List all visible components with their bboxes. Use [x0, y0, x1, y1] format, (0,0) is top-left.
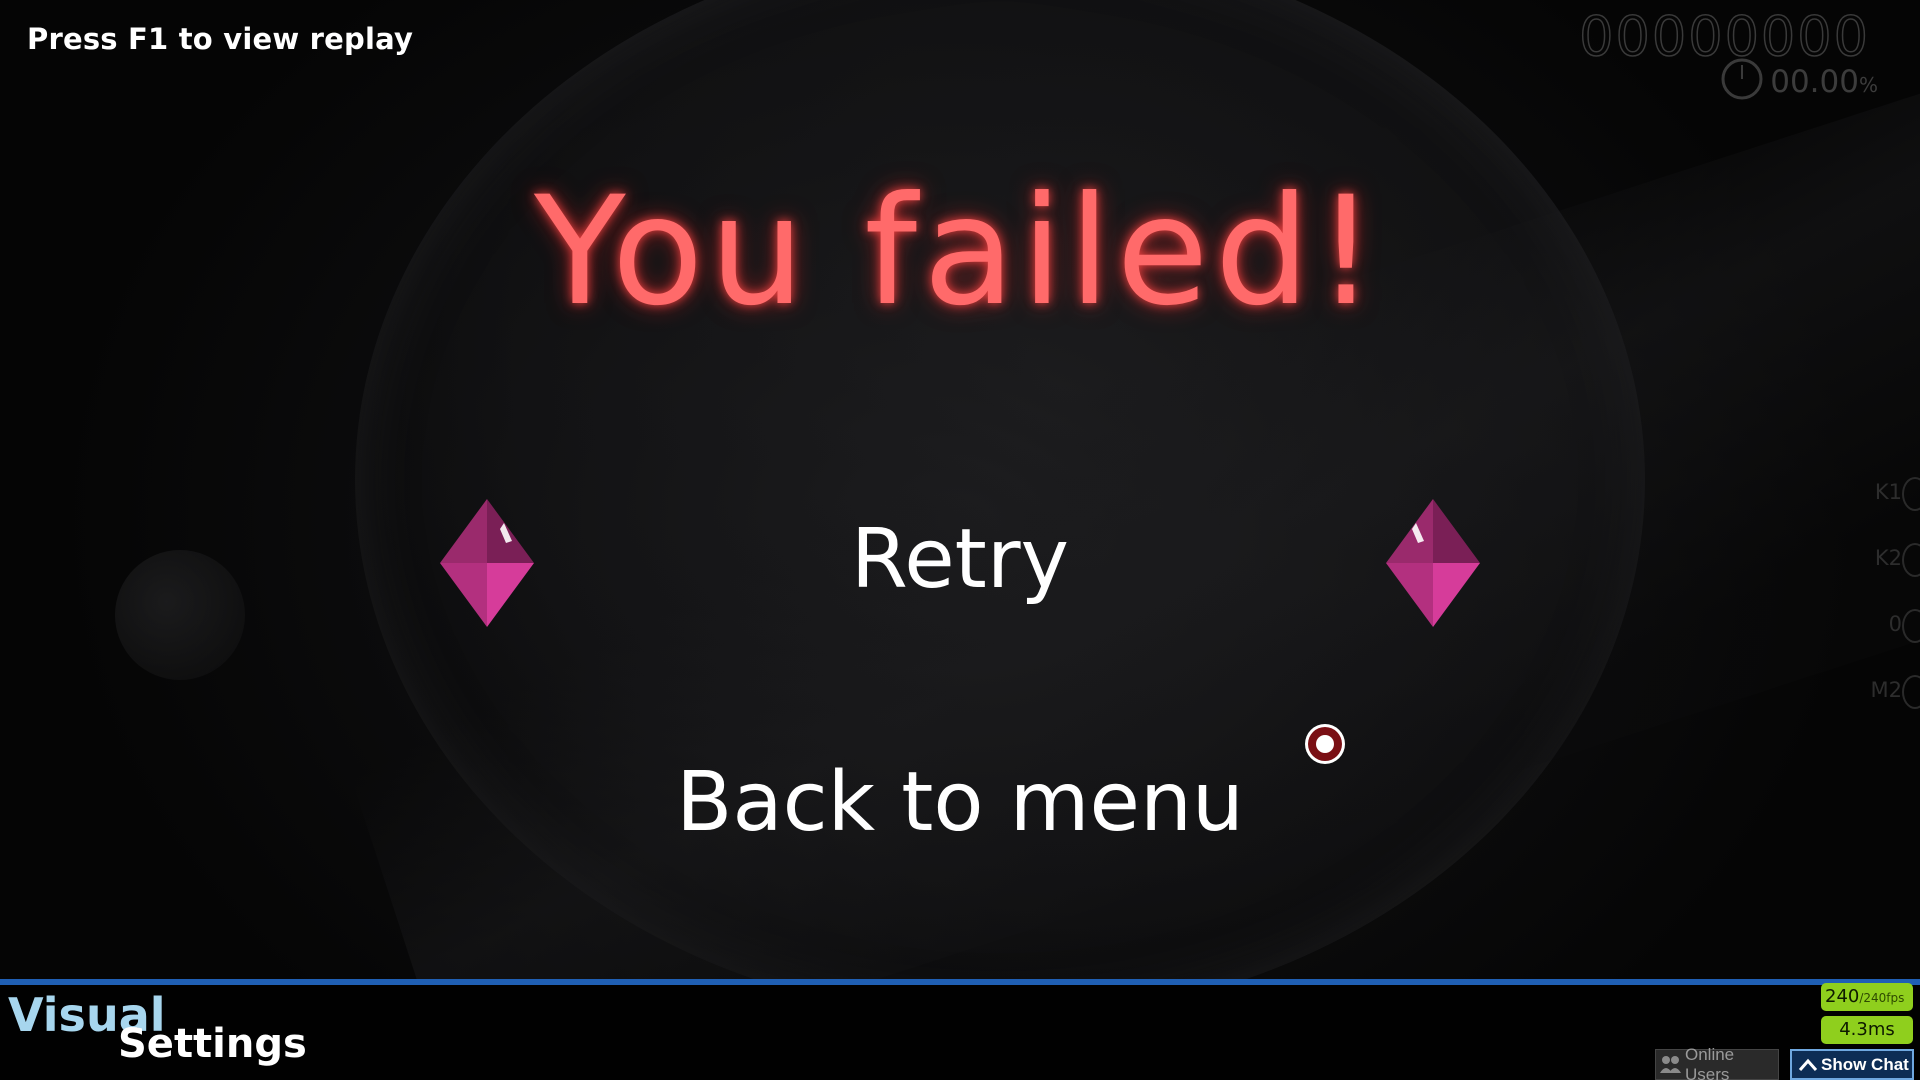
fps-target: /240fps [1859, 991, 1905, 1005]
visual-settings-subtitle[interactable]: Settings [118, 1021, 307, 1067]
online-users-label: Online Users [1685, 1044, 1735, 1080]
key-overlay-k2: K2 [1860, 543, 1920, 577]
show-chat-button[interactable]: Show Chat [1790, 1049, 1914, 1080]
fail-title: You failed! [0, 165, 1920, 339]
back-to-menu-button[interactable]: Back to menu [0, 755, 1920, 850]
key-indicator [1902, 609, 1920, 643]
key-indicator [1902, 543, 1920, 577]
fps-counter: 240/240fps [1821, 983, 1913, 1011]
key-overlay-m2: M2 [1860, 675, 1920, 709]
key-indicator [1902, 477, 1920, 511]
key-indicator [1902, 675, 1920, 709]
frame-time: 4.3ms [1821, 1016, 1913, 1044]
game-stage: Press F1 to view replay 00000000 00.00% … [0, 0, 1920, 1080]
retry-button[interactable]: Retry [0, 512, 1920, 607]
fail-title-text: You failed! [534, 165, 1382, 339]
key-overlay-m1: 0 [1860, 609, 1920, 643]
fps-value: 240 [1825, 986, 1860, 1007]
show-chat-label: Show Chat [1821, 1054, 1909, 1074]
accuracy-display: 00.00% [1770, 64, 1878, 100]
chevron-up-icon [1798, 1057, 1818, 1073]
accuracy-unit: % [1858, 73, 1878, 97]
accuracy-value: 00.00 [1770, 64, 1859, 100]
users-icon [1660, 1055, 1682, 1075]
online-users-button[interactable]: Online Users [1655, 1045, 1779, 1080]
key-overlay-k1: K1 [1860, 477, 1920, 511]
key-label: M2 [1870, 678, 1902, 702]
clock-icon [1721, 58, 1763, 100]
replay-hint: Press F1 to view replay [27, 22, 414, 56]
key-label: 0 [1888, 612, 1902, 636]
gem-icon [1386, 499, 1480, 627]
key-label: K1 [1874, 480, 1902, 504]
key-label: K2 [1874, 546, 1902, 570]
